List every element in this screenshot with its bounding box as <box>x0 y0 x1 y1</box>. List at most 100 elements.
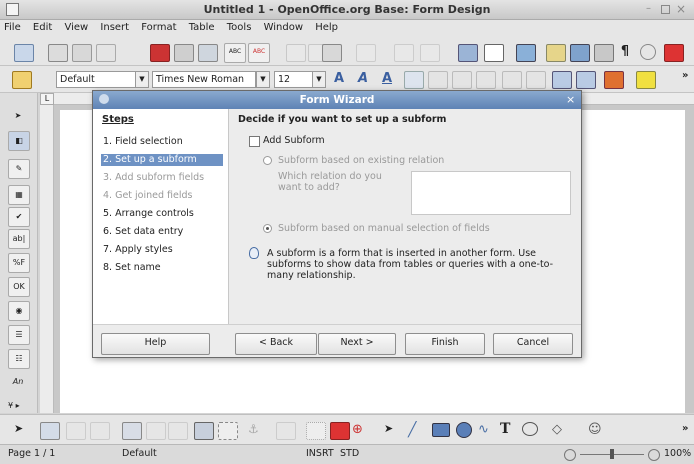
design-mode-icon[interactable]: ◧ <box>8 131 30 151</box>
selection-mode[interactable]: STD <box>340 448 359 459</box>
italic-icon[interactable]: A <box>354 71 372 88</box>
increase-indent-icon[interactable] <box>576 71 596 89</box>
close-icon[interactable]: × <box>676 2 688 16</box>
open-icon[interactable] <box>48 44 68 62</box>
checkbox-control-icon[interactable]: ✔ <box>8 207 30 227</box>
edit-file-icon[interactable] <box>96 44 116 62</box>
menu-window[interactable]: Window <box>260 20 308 33</box>
rectangle-icon[interactable] <box>432 423 450 437</box>
background-color-icon[interactable] <box>604 71 624 89</box>
show-draw-functions-icon[interactable] <box>516 44 536 62</box>
align-objects-icon[interactable] <box>276 422 296 440</box>
add-field-icon[interactable] <box>122 422 142 440</box>
menu-tools[interactable]: Tools <box>223 20 257 33</box>
back-button[interactable]: < Back <box>235 333 317 355</box>
spellcheck-icon[interactable]: ABC <box>224 43 246 63</box>
gallery-icon[interactable] <box>570 44 590 62</box>
font-size-select[interactable]: 12 <box>274 71 314 88</box>
grid-icon[interactable] <box>306 422 326 440</box>
numbering-icon[interactable] <box>502 71 522 89</box>
insert-mode[interactable]: INSRT <box>306 448 334 459</box>
label-field-control[interactable]: An <box>8 373 28 391</box>
nonprinting-characters-icon[interactable]: ¶ <box>616 44 634 60</box>
add-subform-checkbox[interactable] <box>249 136 260 147</box>
step-apply-styles[interactable]: 7. Apply styles <box>101 244 223 256</box>
anchor-icon[interactable]: ⚓ <box>248 422 266 438</box>
paste-icon[interactable] <box>322 44 342 62</box>
ellipse-icon[interactable] <box>456 422 472 438</box>
option-button-control-icon[interactable]: ◉ <box>8 301 30 321</box>
menu-file[interactable]: File <box>0 20 26 33</box>
clone-formatting-icon[interactable] <box>356 44 376 62</box>
highlighting-icon[interactable] <box>636 71 656 89</box>
line-icon[interactable]: ╱ <box>408 422 426 438</box>
print-icon[interactable] <box>174 44 194 62</box>
form-navigator-icon[interactable] <box>90 422 110 440</box>
print-preview-icon[interactable] <box>198 44 218 62</box>
symbol-shapes-icon[interactable]: ☺ <box>588 422 606 438</box>
menu-insert[interactable]: Insert <box>96 20 134 33</box>
zoom-level[interactable]: 100% <box>664 448 691 459</box>
paragraph-style-dropdown-icon[interactable]: ▼ <box>135 71 149 88</box>
text-box-control-icon[interactable]: ab| <box>8 229 30 249</box>
font-size-dropdown-icon[interactable]: ▼ <box>312 71 326 88</box>
dialog-close-icon[interactable]: × <box>566 93 575 106</box>
export-pdf-icon[interactable] <box>150 44 170 62</box>
group-box-icon[interactable] <box>218 422 238 440</box>
justify-icon[interactable] <box>476 71 496 89</box>
activation-order-icon[interactable] <box>146 422 166 440</box>
save-icon[interactable] <box>72 44 92 62</box>
zoom-out-icon[interactable] <box>564 449 576 461</box>
font-name-select[interactable]: Times New Roman <box>152 71 256 88</box>
image-icon[interactable] <box>194 422 214 440</box>
navigator-icon[interactable] <box>546 44 566 62</box>
redo-icon[interactable] <box>420 44 440 62</box>
menu-view[interactable]: View <box>60 20 93 33</box>
align-left-icon[interactable] <box>404 71 424 89</box>
step-set-up-subform[interactable]: 2. Set up a subform <box>101 154 223 166</box>
menu-table[interactable]: Table <box>185 20 220 33</box>
undo-icon[interactable] <box>394 44 414 62</box>
finish-button[interactable]: Finish <box>405 333 485 355</box>
form-design-icon[interactable] <box>40 422 60 440</box>
help-button[interactable]: Help <box>101 333 210 355</box>
styles-formatting-icon[interactable] <box>12 71 32 89</box>
decrease-indent-icon[interactable] <box>552 71 572 89</box>
hyperlink-icon[interactable] <box>458 44 478 62</box>
bullets-icon[interactable] <box>526 71 546 89</box>
add-subform-label[interactable]: Add Subform <box>263 135 325 146</box>
next-button[interactable]: Next > <box>318 333 396 355</box>
autospellcheck-icon[interactable]: ABC <box>248 43 270 63</box>
toolbar-overflow-icon[interactable]: » <box>682 423 688 434</box>
toolbar-overflow-icon[interactable]: » <box>682 70 688 81</box>
paragraph-style-select[interactable]: Default <box>56 71 136 88</box>
align-right-icon[interactable] <box>452 71 472 89</box>
dialog-menu-icon[interactable] <box>99 94 109 104</box>
table-icon[interactable] <box>484 44 504 62</box>
step-set-data-entry[interactable]: 6. Set data entry <box>101 226 223 238</box>
align-center-icon[interactable] <box>428 71 448 89</box>
step-set-name[interactable]: 8. Set name <box>101 262 223 274</box>
maximize-icon[interactable] <box>661 5 670 14</box>
open-in-design-mode-icon[interactable] <box>168 422 188 440</box>
cut-icon[interactable] <box>286 44 306 62</box>
draw-select-icon[interactable]: ➤ <box>384 422 402 438</box>
help-icon[interactable] <box>664 44 684 62</box>
list-box-control-icon[interactable]: ☰ <box>8 325 30 345</box>
new-document-icon[interactable] <box>14 44 34 62</box>
freeform-line-icon[interactable]: ∿ <box>478 422 496 438</box>
font-name-dropdown-icon[interactable]: ▼ <box>256 71 270 88</box>
step-arrange-controls[interactable]: 5. Arrange controls <box>101 208 223 220</box>
select-arrow-icon[interactable]: ➤ <box>14 422 32 438</box>
menu-help[interactable]: Help <box>311 20 343 33</box>
formatted-field-icon[interactable]: %F <box>8 253 30 273</box>
minimize-icon[interactable]: – <box>646 4 656 15</box>
more-controls-icon[interactable]: ¥ ▸ <box>8 401 20 410</box>
callout-icon[interactable] <box>522 422 538 436</box>
control-wizards-icon[interactable] <box>66 422 86 440</box>
zoom-in-icon[interactable] <box>648 449 660 461</box>
bold-icon[interactable]: A <box>330 71 348 88</box>
menu-edit[interactable]: Edit <box>29 20 57 33</box>
push-button-control-icon[interactable]: OK <box>8 277 30 297</box>
helplines-icon[interactable]: ⊕ <box>352 422 370 438</box>
